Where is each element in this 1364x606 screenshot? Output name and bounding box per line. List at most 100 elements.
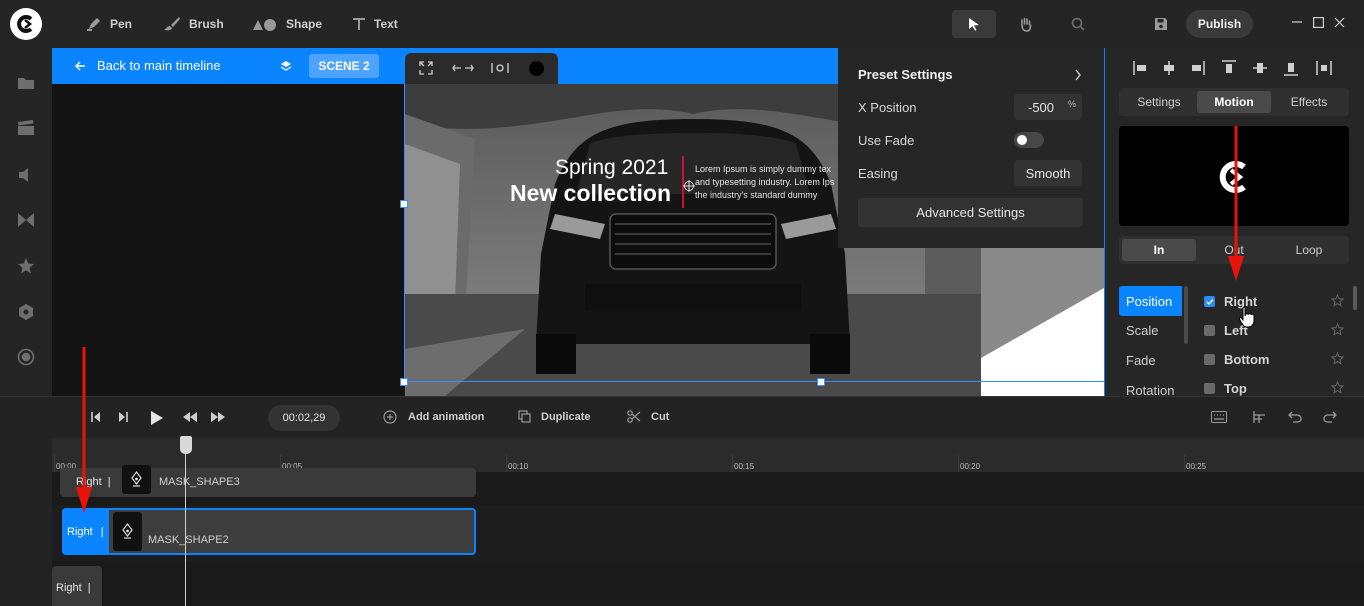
track-shape-thumbnail: [122, 465, 151, 494]
shape-tool[interactable]: Shape: [252, 14, 322, 34]
hexagon-icon[interactable]: [17, 303, 35, 321]
advanced-settings-button[interactable]: Advanced Settings: [858, 198, 1083, 227]
expand-icon[interactable]: [419, 61, 433, 75]
close-icon: [1334, 17, 1344, 27]
pen-tool[interactable]: Pen: [86, 14, 132, 34]
direction-bottom[interactable]: Bottom: [1204, 352, 1270, 367]
playhead-handle[interactable]: [180, 436, 192, 454]
timecode-display[interactable]: 00:02,29: [268, 405, 340, 431]
distribute-horizontal-icon[interactable]: [1316, 60, 1332, 76]
property-position[interactable]: Position: [1119, 286, 1182, 316]
property-scale[interactable]: Scale: [1126, 323, 1159, 338]
track-name: MASK_SHAPE2: [148, 534, 229, 546]
selection-handle-left[interactable]: [400, 200, 408, 208]
checkbox[interactable]: [1204, 354, 1215, 365]
property-list-scrollbar[interactable]: [1184, 286, 1188, 344]
track-tag[interactable]: Right |: [56, 582, 91, 594]
ruler-tick: [54, 455, 55, 472]
minimize-button[interactable]: [1290, 14, 1304, 30]
align-center-horizontal-icon[interactable]: [1161, 60, 1177, 76]
ruler-label: 00:20: [960, 462, 981, 471]
minimize-icon: [1292, 21, 1302, 23]
align-left-icon[interactable]: [1133, 60, 1149, 76]
audio-speaker-icon[interactable]: [17, 166, 35, 184]
color-swatch[interactable]: [529, 61, 544, 76]
checkbox-checked[interactable]: [1204, 296, 1215, 307]
favorite-star-icon[interactable]: [1331, 294, 1344, 307]
transition-icon[interactable]: [17, 211, 35, 229]
brush-tool-label: Brush: [189, 17, 224, 31]
direction-top[interactable]: Top: [1204, 381, 1247, 396]
arrow-left-icon: [74, 60, 85, 71]
rewind-icon[interactable]: [183, 412, 197, 422]
align-right-icon[interactable]: [1189, 60, 1205, 76]
x-position-input[interactable]: -500 %: [1014, 94, 1082, 120]
subtab-in[interactable]: In: [1122, 239, 1196, 261]
maximize-button[interactable]: [1311, 14, 1325, 30]
align-top-icon[interactable]: [1221, 60, 1237, 76]
back-to-main-timeline-button[interactable]: Back to main timeline: [74, 58, 221, 73]
align-center-vertical-icon[interactable]: [1252, 60, 1268, 76]
fast-forward-icon[interactable]: [211, 412, 225, 422]
scene-badge[interactable]: SCENE 2: [309, 54, 379, 78]
add-animation-button[interactable]: Add animation: [383, 410, 484, 424]
zoom-tool-button[interactable]: [1064, 10, 1092, 38]
hand-tool-button[interactable]: [1012, 10, 1040, 38]
publish-button[interactable]: Publish: [1186, 10, 1253, 38]
select-tool-button[interactable]: [952, 10, 996, 38]
tab-effects[interactable]: Effects: [1272, 91, 1346, 113]
tab-motion[interactable]: Motion: [1197, 91, 1271, 113]
favorite-star-icon[interactable]: [1331, 352, 1344, 365]
snap-grid-icon[interactable]: [1253, 410, 1266, 424]
tab-settings[interactable]: Settings: [1122, 91, 1196, 113]
track-name: MASK_SHAPE3: [159, 476, 240, 488]
x-position-unit: %: [1067, 99, 1076, 109]
favorite-star-icon[interactable]: [1331, 323, 1344, 336]
undo-icon[interactable]: [1288, 411, 1302, 423]
duplicate-icon: [518, 410, 531, 423]
text-tool[interactable]: Text: [352, 14, 398, 34]
star-icon[interactable]: [17, 257, 35, 275]
redo-icon[interactable]: [1323, 411, 1337, 423]
timeline-ruler[interactable]: [52, 438, 1364, 472]
track-shape-thumbnail: [113, 512, 142, 551]
play-icon[interactable]: [150, 410, 164, 426]
ruler-tick: [958, 455, 959, 472]
tag-divider: |: [87, 582, 91, 594]
align-bottom-icon[interactable]: [1283, 60, 1299, 76]
selection-handle-bottom-left[interactable]: [400, 378, 408, 386]
pen-icon: [87, 18, 100, 31]
canvas-background: [52, 84, 404, 396]
annotation-arrow-down-icon: [76, 347, 92, 513]
chevron-right-icon[interactable]: [1074, 69, 1082, 81]
brush-tool[interactable]: Brush: [163, 14, 224, 34]
ruler-label: 00:10: [508, 462, 529, 471]
close-window-button[interactable]: [1332, 14, 1346, 30]
cut-button[interactable]: Cut: [627, 410, 669, 423]
record-icon[interactable]: [17, 348, 35, 366]
pen-nib-icon: [122, 523, 133, 539]
folder-icon[interactable]: [17, 74, 35, 92]
duplicate-button[interactable]: Duplicate: [518, 410, 591, 423]
checkbox[interactable]: [1204, 325, 1215, 336]
search-icon: [1071, 17, 1085, 31]
favorite-star-icon[interactable]: [1331, 381, 1344, 394]
keyboard-icon[interactable]: [1211, 411, 1227, 423]
step-forward-icon[interactable]: [118, 411, 128, 423]
property-fade[interactable]: Fade: [1126, 353, 1156, 368]
subtab-loop[interactable]: Loop: [1272, 239, 1346, 261]
scissors-icon: [627, 410, 641, 423]
media-clapper-icon[interactable]: [17, 119, 35, 137]
selection-handle-bottom[interactable]: [817, 378, 825, 386]
preset-settings-panel: Preset Settings X Position -500 % Use Fa…: [838, 48, 1104, 248]
text-tool-label: Text: [374, 17, 398, 31]
use-fade-toggle[interactable]: [1014, 132, 1044, 148]
save-button[interactable]: [1150, 12, 1172, 36]
easing-select[interactable]: Smooth: [1014, 160, 1082, 186]
left-icon-rail: [0, 48, 52, 396]
width-arrows-icon[interactable]: [452, 62, 474, 74]
app-logo[interactable]: [10, 8, 42, 40]
checkbox[interactable]: [1204, 383, 1215, 394]
direction-list-scrollbar[interactable]: [1353, 286, 1357, 310]
distribute-icon[interactable]: [491, 62, 509, 74]
